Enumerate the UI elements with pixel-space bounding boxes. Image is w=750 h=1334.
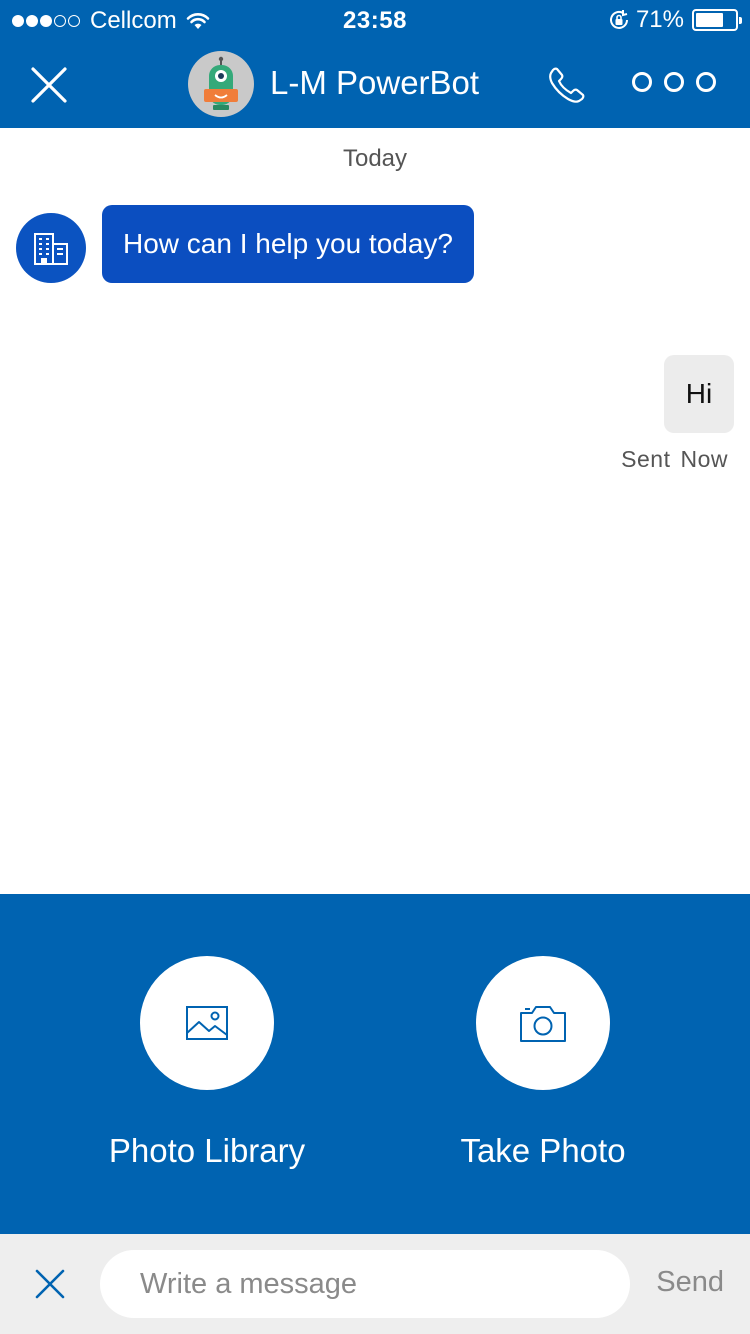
robot-mascot-icon bbox=[204, 56, 238, 110]
compose-bar: Send bbox=[0, 1234, 750, 1334]
more-options-icon bbox=[632, 72, 652, 92]
close-icon bbox=[31, 67, 67, 103]
message-receipt: Sent Now bbox=[621, 446, 728, 473]
top-bar: Cellcom 23:58 71% L-M PowerBot bbox=[0, 0, 750, 128]
close-button[interactable] bbox=[22, 58, 76, 112]
chat-title: L-M PowerBot bbox=[270, 64, 480, 101]
user-message-bubble: Hi bbox=[664, 355, 734, 433]
bot-message-bubble: How can I help you today? bbox=[102, 205, 474, 283]
message-input[interactable] bbox=[100, 1250, 630, 1318]
image-icon bbox=[186, 1006, 228, 1040]
more-options-button[interactable] bbox=[632, 60, 716, 104]
bot-message-avatar bbox=[16, 213, 86, 283]
status-bar: Cellcom 23:58 71% bbox=[0, 0, 750, 40]
battery-icon bbox=[692, 9, 742, 31]
battery-percent: 71% bbox=[635, 6, 684, 33]
send-button[interactable]: Send bbox=[656, 1266, 724, 1299]
date-separator: Today bbox=[342, 145, 408, 172]
photo-library-button[interactable] bbox=[140, 956, 274, 1090]
camera-icon bbox=[520, 1006, 566, 1042]
chat-header: L-M PowerBot bbox=[0, 40, 750, 128]
phone-icon bbox=[549, 67, 585, 103]
call-button[interactable] bbox=[540, 58, 594, 112]
receipt-status: Sent bbox=[621, 446, 671, 472]
receipt-time: Now bbox=[680, 446, 728, 472]
building-icon bbox=[34, 233, 68, 265]
close-attachments-button[interactable] bbox=[26, 1258, 74, 1310]
attachment-panel: Photo Library Take Photo bbox=[0, 894, 750, 1234]
photo-library-label[interactable]: Photo Library bbox=[57, 1132, 357, 1170]
take-photo-label[interactable]: Take Photo bbox=[393, 1132, 693, 1170]
rotation-lock-icon bbox=[609, 10, 628, 29]
battery-level-fill bbox=[696, 13, 723, 27]
chat-screen: Cellcom 23:58 71% L-M PowerBot Today How… bbox=[0, 0, 750, 1334]
take-photo-button[interactable] bbox=[476, 956, 610, 1090]
close-icon bbox=[35, 1269, 65, 1299]
bot-avatar[interactable] bbox=[188, 51, 254, 117]
